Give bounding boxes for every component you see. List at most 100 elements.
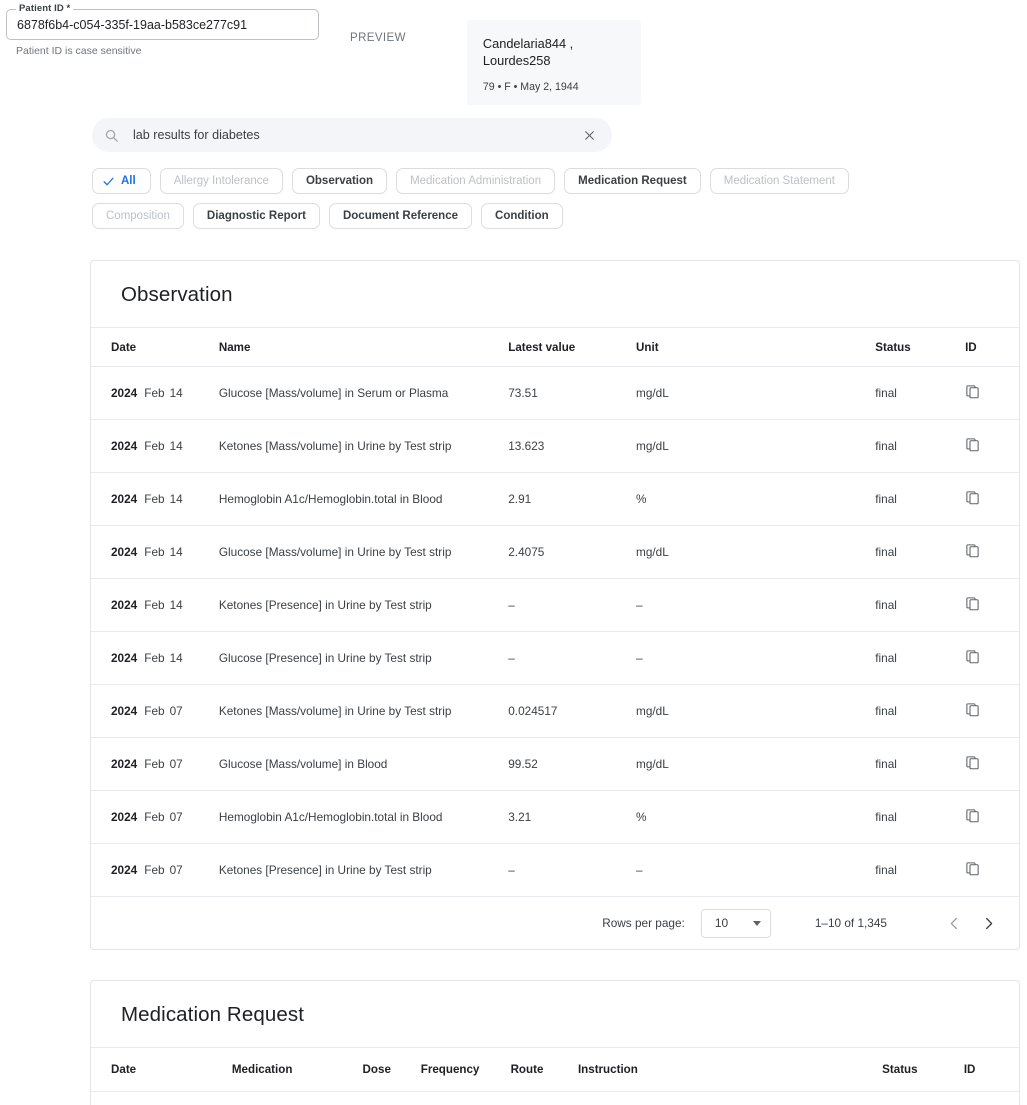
cell-status: final	[875, 844, 965, 897]
chip-observation[interactable]: Observation	[292, 168, 387, 194]
cell-unit: mg/dL	[636, 738, 875, 791]
table-row[interactable]: 2024Feb07Ketones [Presence] in Urine by …	[91, 844, 1019, 897]
cell-unit: –	[636, 844, 875, 897]
cell-status: final	[875, 526, 965, 579]
date-month: Feb	[144, 651, 164, 665]
medication-request-table: Date Medication Dose Frequency Route Ins…	[91, 1048, 1019, 1105]
date-month: Feb	[144, 704, 164, 718]
date-month: Feb	[144, 492, 164, 506]
table-row[interactable]: 2024Feb14insulin isophane, human 70 UNT/…	[91, 1091, 1019, 1105]
observation-table: Date Name Latest value Unit Status ID 20…	[91, 328, 1019, 897]
check-icon	[102, 175, 115, 188]
cell-date: 2024Feb14	[91, 579, 219, 632]
cell-date: 2024Feb07	[91, 685, 219, 738]
table-row[interactable]: 2024Feb14Glucose [Presence] in Urine by …	[91, 632, 1019, 685]
patient-preview-card: Candelaria844 , Lourdes258 79 • F • May …	[467, 20, 641, 105]
chip-all[interactable]: All	[92, 168, 151, 194]
chip-label: All	[121, 175, 136, 187]
date-month: Feb	[144, 810, 164, 824]
rows-per-page-label: Rows per page:	[602, 916, 685, 930]
search-input[interactable]	[131, 127, 580, 143]
cell-id	[965, 738, 1019, 791]
chevron-left-icon[interactable]	[937, 906, 971, 940]
cell-date: 2024Feb07	[91, 738, 219, 791]
cell-name: Ketones [Presence] in Urine by Test stri…	[219, 844, 508, 897]
cell-id	[965, 579, 1019, 632]
cell-status: active	[882, 1091, 964, 1105]
date-year: 2024	[111, 386, 137, 400]
copy-icon[interactable]	[965, 596, 980, 611]
cell-date: 2024Feb07	[91, 791, 219, 844]
table-row[interactable]: 2024Feb07Glucose [Mass/volume] in Blood9…	[91, 738, 1019, 791]
chip-label: Composition	[106, 210, 170, 222]
date-year: 2024	[111, 492, 137, 506]
close-icon[interactable]	[580, 126, 598, 144]
chip-document-reference[interactable]: Document Reference	[329, 203, 472, 229]
patient-id-input[interactable]	[7, 18, 318, 32]
cell-id	[965, 473, 1019, 526]
column-header-route: Route	[511, 1048, 578, 1091]
column-header-latest-value: Latest value	[508, 328, 636, 367]
table-row[interactable]: 2024Feb14Glucose [Mass/volume] in Urine …	[91, 526, 1019, 579]
cell-frequency: –	[421, 1091, 511, 1105]
rows-per-page-value: 10	[715, 916, 728, 930]
date-year: 2024	[111, 757, 137, 771]
chip-label: Allergy Intolerance	[174, 175, 269, 187]
cell-status: final	[875, 685, 965, 738]
cell-id	[965, 791, 1019, 844]
copy-icon[interactable]	[965, 702, 980, 717]
patient-id-field[interactable]: Patient ID *	[6, 9, 319, 40]
chip-medication-request[interactable]: Medication Request	[564, 168, 701, 194]
rows-per-page-select[interactable]: 10	[701, 909, 771, 938]
patient-name: Candelaria844 , Lourdes258	[483, 36, 629, 69]
chip-diagnostic-report[interactable]: Diagnostic Report	[193, 203, 320, 229]
copy-icon[interactable]	[965, 384, 980, 399]
table-row[interactable]: 2024Feb14Ketones [Mass/volume] in Urine …	[91, 420, 1019, 473]
cell-date: 2024Feb14	[91, 473, 219, 526]
cell-dose: –	[363, 1091, 421, 1105]
date-day: 14	[170, 598, 183, 612]
chevron-right-icon[interactable]	[971, 906, 1005, 940]
copy-icon[interactable]	[965, 755, 980, 770]
chip-condition[interactable]: Condition	[481, 203, 563, 229]
search-box[interactable]	[92, 118, 612, 152]
cell-name: Hemoglobin A1c/Hemoglobin.total in Blood	[219, 791, 508, 844]
table-row[interactable]: 2024Feb14Hemoglobin A1c/Hemoglobin.total…	[91, 473, 1019, 526]
table-row[interactable]: 2024Feb07Ketones [Mass/volume] in Urine …	[91, 685, 1019, 738]
cell-name: Glucose [Mass/volume] in Blood	[219, 738, 508, 791]
table-row[interactable]: 2024Feb14Ketones [Presence] in Urine by …	[91, 579, 1019, 632]
table-row[interactable]: 2024Feb14Glucose [Mass/volume] in Serum …	[91, 367, 1019, 420]
chip-composition[interactable]: Composition	[92, 203, 184, 229]
chip-medication-administration[interactable]: Medication Administration	[396, 168, 555, 194]
observation-title: Observation	[91, 261, 1019, 328]
copy-icon[interactable]	[965, 543, 980, 558]
cell-id	[965, 685, 1019, 738]
date-day: 07	[170, 863, 183, 877]
cell-id	[965, 632, 1019, 685]
cell-name: Ketones [Presence] in Urine by Test stri…	[219, 579, 508, 632]
copy-icon[interactable]	[965, 437, 980, 452]
cell-name: Glucose [Presence] in Urine by Test stri…	[219, 632, 508, 685]
date-month: Feb	[144, 545, 164, 559]
cell-medication: insulin isophane, human 70 UNT/ML / insu…	[232, 1091, 363, 1105]
cell-latest-value: 2.4075	[508, 526, 636, 579]
cell-status: final	[875, 420, 965, 473]
column-header-status: Status	[882, 1048, 964, 1091]
date-day: 14	[170, 439, 183, 453]
cell-unit: %	[636, 791, 875, 844]
cell-unit: mg/dL	[636, 420, 875, 473]
copy-icon[interactable]	[965, 861, 980, 876]
resource-type-filter-chips: All Allergy Intolerance Observation Medicat…	[0, 168, 900, 229]
table-row[interactable]: 2024Feb07Hemoglobin A1c/Hemoglobin.total…	[91, 791, 1019, 844]
patient-id-bar: Patient ID * Patient ID is case sensitiv…	[0, 0, 1027, 100]
copy-icon[interactable]	[965, 808, 980, 823]
chip-medication-statement[interactable]: Medication Statement	[710, 168, 849, 194]
copy-icon[interactable]	[965, 490, 980, 505]
chip-label: Medication Request	[578, 175, 687, 187]
date-year: 2024	[111, 810, 137, 824]
chevron-down-icon	[753, 921, 761, 926]
chip-allergy-intolerance[interactable]: Allergy Intolerance	[160, 168, 283, 194]
cell-latest-value: –	[508, 844, 636, 897]
copy-icon[interactable]	[965, 649, 980, 664]
medication-request-title: Medication Request	[91, 981, 1019, 1048]
